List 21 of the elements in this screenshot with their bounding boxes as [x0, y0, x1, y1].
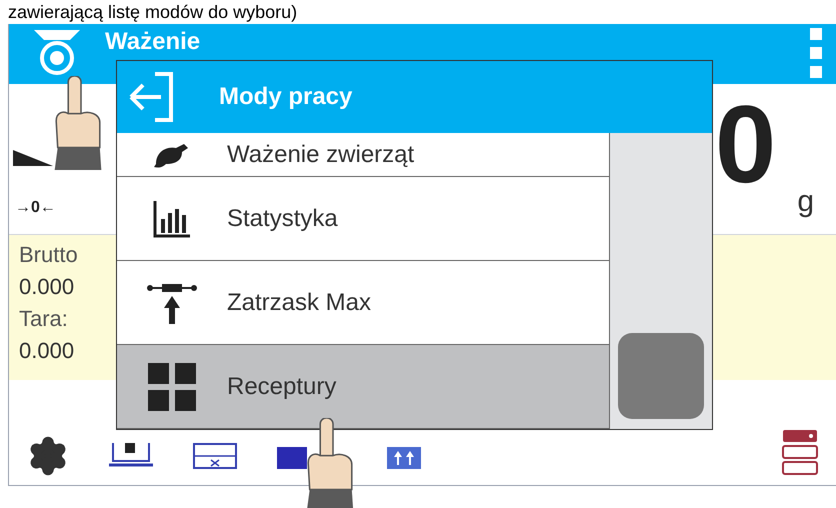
menu-icon[interactable]	[810, 28, 822, 78]
grid-icon	[148, 362, 196, 410]
bar-chart-icon	[152, 198, 192, 238]
zero-indicator: →0←	[15, 198, 56, 218]
mode-item[interactable]: Receptury	[117, 345, 609, 429]
dialog-title: Mody pracy	[219, 82, 352, 112]
latch-arrow-icon	[147, 282, 197, 324]
info-value: 0.000	[19, 337, 74, 365]
header-title: Ważenie	[105, 28, 200, 56]
caption-text: zawierającą listę modów do wyboru)	[7, 1, 298, 24]
up-arrows-icon[interactable]	[387, 447, 421, 469]
triangle-icon	[13, 150, 53, 166]
unit-label: g	[797, 184, 814, 220]
tare-icon[interactable]	[193, 443, 237, 469]
info-value: 0.000	[19, 273, 74, 301]
info-label: Brutto	[19, 241, 78, 269]
info-label: Tara:	[19, 305, 68, 333]
scale-icon[interactable]	[32, 28, 82, 76]
weight-reading: 0	[715, 90, 776, 200]
database-icon[interactable]	[782, 429, 818, 475]
scroll-thumb[interactable]	[618, 333, 704, 419]
